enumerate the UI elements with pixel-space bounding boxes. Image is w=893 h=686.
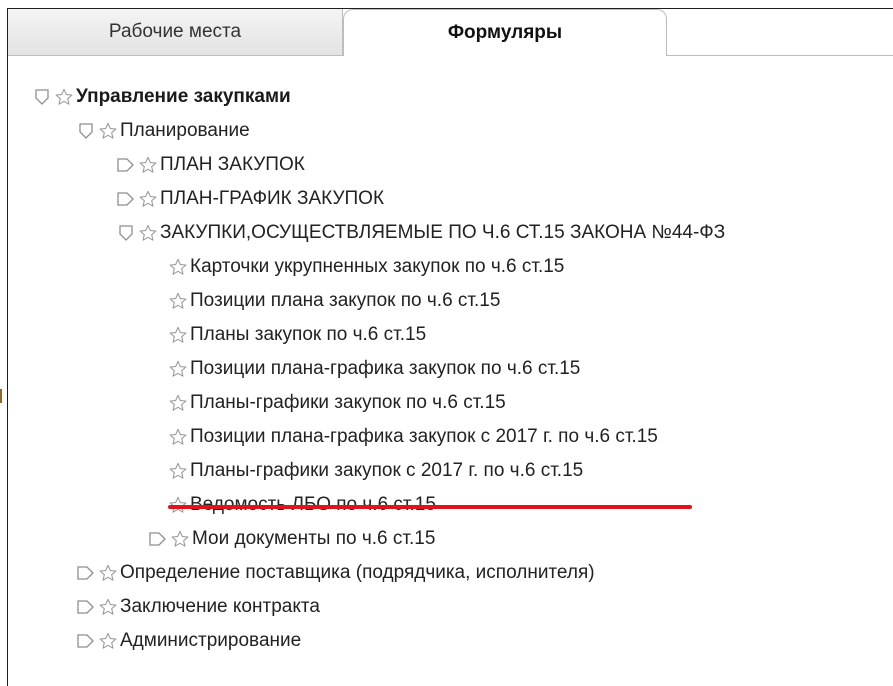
tab-workplaces-label: Рабочие места [108,21,242,42]
star-icon[interactable] [168,325,188,345]
tree-leaf-item[interactable]: Позиции плана-графика закупок с 2017 г. … [168,421,658,453]
tab-workplaces[interactable]: Рабочие места [8,9,343,56]
tree-leaf-item-highlighted[interactable]: Планы-графики закупок с 2017 г. по ч.6 с… [168,455,583,487]
tree-node-label: ПЛАН ЗАКУПОК [160,154,305,175]
tree-node-label: Планирование [120,120,250,141]
tree-leaf-label: Карточки укрупненных закупок по ч.6 ст.1… [190,256,565,277]
tab-bar: Рабочие места Формуляры [8,9,893,57]
tab-baseline [667,55,893,56]
tree-node-label: Администрирование [120,630,302,651]
tree-leaf-label: Позиции плана-графика закупок с 2017 г. … [190,426,658,447]
star-icon[interactable] [168,257,188,277]
tree-node-supplier[interactable]: Определение поставщика (подрядчика, испо… [76,557,595,589]
tree-node-zakupki-ch6[interactable]: ЗАКУПКИ,ОСУЩЕСТВЛЯЕМЫЕ ПО Ч.6 СТ.15 ЗАКО… [116,217,725,249]
expand-icon[interactable] [148,529,168,549]
star-icon[interactable] [138,189,158,209]
tree-leaf-item[interactable]: Планы-графики закупок по ч.6 ст.15 [168,387,506,419]
left-edge-mark [0,389,2,403]
tree-node-label: ПЛАН-ГРАФИК ЗАКУПОК [160,188,385,209]
star-icon[interactable] [138,155,158,175]
tree-node-admin[interactable]: Администрирование [76,625,301,657]
highlight-underline [168,505,692,509]
tree-leaf-label: Позиции плана закупок по ч.6 ст.15 [190,290,501,311]
tree-leaf-label: Планы-графики закупок с 2017 г. по ч.6 с… [190,460,584,481]
tree-leaf-item[interactable]: Позиции плана закупок по ч.6 ст.15 [168,285,500,317]
expand-icon[interactable] [116,189,136,209]
star-icon[interactable] [168,427,188,447]
tree-node-my-docs[interactable]: Мои документы по ч.6 ст.15 [148,523,435,555]
star-icon[interactable] [98,597,118,617]
expand-icon[interactable] [76,597,96,617]
expand-icon[interactable] [76,563,96,583]
star-icon[interactable] [98,631,118,651]
tree-node-label: Определение поставщика (подрядчика, испо… [120,562,595,583]
star-icon[interactable] [168,393,188,413]
tree-node-contract[interactable]: Заключение контракта [76,591,320,623]
star-icon[interactable] [138,223,158,243]
tree-node-label: Мои документы по ч.6 ст.15 [192,528,436,549]
expand-icon[interactable] [76,631,96,651]
tree-node-planning[interactable]: Планирование [76,115,250,147]
star-icon[interactable] [168,359,188,379]
tree-leaf-label: Планы закупок по ч.6 ст.15 [190,324,427,345]
collapse-icon[interactable] [116,223,136,243]
tree-leaf-item[interactable]: Карточки укрупненных закупок по ч.6 ст.1… [168,251,564,283]
tree-node-plan-grafik[interactable]: ПЛАН-ГРАФИК ЗАКУПОК [116,183,384,215]
star-icon[interactable] [168,291,188,311]
tree-leaf-label: Планы-графики закупок по ч.6 ст.15 [190,392,506,413]
star-icon[interactable] [98,563,118,583]
expand-icon[interactable] [116,155,136,175]
star-icon[interactable] [168,461,188,481]
collapse-icon[interactable] [32,87,52,107]
star-icon[interactable] [54,87,74,107]
tree-node-label: Управление закупками [76,86,291,107]
tree-leaf-item[interactable]: Позиции плана-графика закупок по ч.6 ст.… [168,353,580,385]
formulary-panel: Рабочие места Формуляры Управление закуп… [7,8,893,686]
tab-formulary-label: Формуляры [447,22,563,43]
tree-node-label: ЗАКУПКИ,ОСУЩЕСТВЛЯЕМЫЕ ПО Ч.6 СТ.15 ЗАКО… [160,222,726,243]
star-icon[interactable] [98,121,118,141]
tree-node-plan-zakupok[interactable]: ПЛАН ЗАКУПОК [116,149,305,181]
tree-leaf-item[interactable]: Планы закупок по ч.6 ст.15 [168,319,426,351]
collapse-icon[interactable] [76,121,96,141]
star-icon[interactable] [170,529,190,549]
tree-node-label: Заключение контракта [120,596,320,617]
tree-node-root[interactable]: Управление закупками [32,81,291,113]
tab-formulary[interactable]: Формуляры [343,9,667,56]
tree-leaf-label: Позиции плана-графика закупок по ч.6 ст.… [190,358,581,379]
